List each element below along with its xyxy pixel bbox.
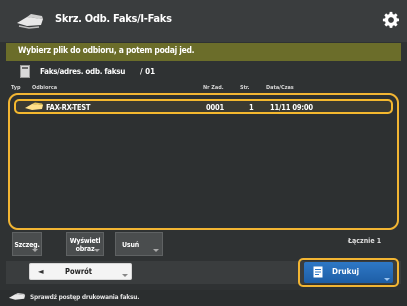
dropdown-marker-icon: [94, 249, 100, 252]
document-icon: [313, 266, 323, 278]
dropdown-marker-icon: [32, 249, 38, 252]
fax-app-icon: [17, 14, 43, 29]
row-job-id: 0001: [206, 103, 224, 112]
address-book-icon: [20, 65, 30, 78]
preview-button[interactable]: Wyświetl obraz: [66, 232, 104, 256]
row-pages: 1: [249, 103, 254, 112]
footer-status-text: Sprawdź postęp drukowania faksu.: [30, 293, 140, 301]
table-row[interactable]: FAX-RX-TEST 0001 1 11/11 09:00: [14, 99, 393, 114]
back-button-label: Powrót: [65, 267, 93, 276]
page-title: Skrz. Odb. Faks/I-Faks: [55, 12, 172, 25]
instruction-text: Wybierz plik do odbioru, a potem podaj j…: [18, 46, 195, 56]
row-sender: FAX-RX-TEST: [46, 103, 91, 112]
address-book-count: / 01: [140, 67, 156, 76]
left-arrow-icon: ◄: [38, 267, 44, 276]
header-bar: Skrz. Odb. Faks/I-Faks: [0, 0, 407, 42]
column-sender: Odbiorca: [32, 85, 58, 91]
fax-icon: [25, 102, 43, 110]
gear-icon[interactable]: [382, 11, 400, 29]
dropdown-marker-icon: [153, 249, 159, 252]
delete-button[interactable]: Usuń: [115, 232, 163, 256]
row-datetime: 11/11 09:00: [270, 103, 313, 112]
column-type: Typ: [11, 85, 21, 91]
total-count: Łącznie 1: [348, 237, 382, 245]
instruction-bar: Wybierz plik do odbioru, a potem podaj j…: [6, 43, 401, 61]
print-button-label: Drukuj: [332, 267, 360, 276]
print-button[interactable]: Drukuj: [304, 262, 393, 283]
dropdown-marker-icon: [384, 278, 390, 281]
job-list: FAX-RX-TEST 0001 1 11/11 09:00: [8, 93, 399, 230]
fax-icon: [8, 292, 26, 300]
column-job-id: Nr Zad.: [203, 85, 224, 91]
back-button[interactable]: ◄ Powrót: [29, 263, 132, 280]
column-datetime: Data/Czas: [266, 85, 294, 91]
address-book-row[interactable]: Faks/adres. odb. faksu / 01: [6, 64, 401, 81]
screen: Skrz. Odb. Faks/I-Faks Wybierz plik do o…: [0, 0, 407, 306]
address-book-label: Faks/adres. odb. faksu: [40, 67, 126, 76]
column-pages: Str.: [240, 85, 250, 91]
dropdown-marker-icon: [122, 274, 128, 277]
status-footer: Sprawdź postęp drukowania faksu.: [0, 290, 407, 306]
details-button[interactable]: Szczeg.: [12, 232, 42, 256]
